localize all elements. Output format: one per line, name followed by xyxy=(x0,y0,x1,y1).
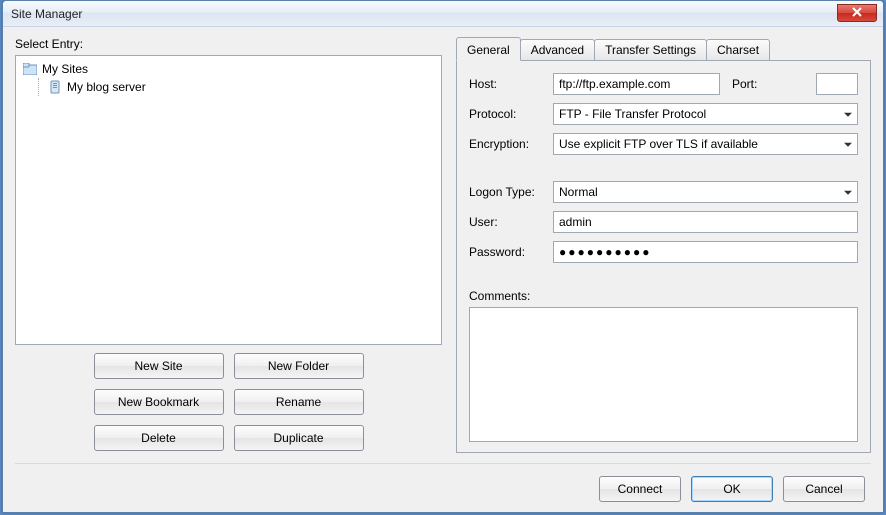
client-area: Select Entry: My Sites xyxy=(3,27,883,512)
new-folder-button[interactable]: New Folder xyxy=(234,353,364,379)
row-password: Password: xyxy=(469,241,858,263)
delete-button[interactable]: Delete xyxy=(94,425,224,451)
dialog-buttons: Connect OK Cancel xyxy=(15,464,871,502)
cancel-button[interactable]: Cancel xyxy=(783,476,865,502)
protocol-select-wrap xyxy=(553,103,858,125)
tab-advanced[interactable]: Advanced xyxy=(520,39,595,61)
password-input[interactable] xyxy=(553,241,858,263)
server-icon xyxy=(47,79,63,95)
row-user: User: xyxy=(469,211,858,233)
row-logon-type: Logon Type: xyxy=(469,181,858,203)
encryption-select[interactable] xyxy=(553,133,858,155)
tree-item-label: My Sites xyxy=(42,62,88,76)
rename-button[interactable]: Rename xyxy=(234,389,364,415)
spacer xyxy=(469,163,858,173)
encryption-label: Encryption: xyxy=(469,137,547,151)
tree-children: My blog server xyxy=(38,78,435,96)
comments-textarea[interactable] xyxy=(469,307,858,442)
folder-icon xyxy=(22,61,38,77)
comments-area: Comments: xyxy=(469,289,858,442)
select-entry-label: Select Entry: xyxy=(15,37,442,51)
entry-buttons: New Site New Folder New Bookmark Rename … xyxy=(15,353,442,453)
tab-general[interactable]: General xyxy=(456,37,521,61)
spacer2 xyxy=(469,271,858,281)
left-pane: Select Entry: My Sites xyxy=(15,37,442,453)
port-label: Port: xyxy=(732,77,810,91)
logon-type-select[interactable] xyxy=(553,181,858,203)
tab-transfer-settings[interactable]: Transfer Settings xyxy=(594,39,707,61)
password-label: Password: xyxy=(469,245,547,259)
right-pane: General Advanced Transfer Settings Chars… xyxy=(456,37,871,453)
row-host: Host: Port: xyxy=(469,73,858,95)
tree-root: My Sites My blog server xyxy=(22,60,435,96)
host-input[interactable] xyxy=(553,73,720,95)
protocol-label: Protocol: xyxy=(469,107,547,121)
tree-item-label: My blog server xyxy=(67,80,146,94)
comments-label: Comments: xyxy=(469,289,858,303)
connect-button[interactable]: Connect xyxy=(599,476,681,502)
row-protocol: Protocol: xyxy=(469,103,858,125)
user-label: User: xyxy=(469,215,547,229)
site-manager-window: Site Manager Select Entry: My Sites xyxy=(2,0,884,513)
upper-area: Select Entry: My Sites xyxy=(15,37,871,453)
port-input[interactable] xyxy=(816,73,858,95)
protocol-select[interactable] xyxy=(553,103,858,125)
duplicate-button[interactable]: Duplicate xyxy=(234,425,364,451)
window-title: Site Manager xyxy=(11,7,82,21)
tab-body-general: Host: Port: Protocol: Encryption: xyxy=(456,60,871,453)
close-button[interactable] xyxy=(837,4,877,22)
logon-type-select-wrap xyxy=(553,181,858,203)
host-label: Host: xyxy=(469,77,547,91)
titlebar: Site Manager xyxy=(3,1,883,27)
tree-item-my-blog-server[interactable]: My blog server xyxy=(47,78,435,96)
tree-item-my-sites[interactable]: My Sites xyxy=(22,60,435,78)
new-bookmark-button[interactable]: New Bookmark xyxy=(94,389,224,415)
site-tree[interactable]: My Sites My blog server xyxy=(15,55,442,345)
encryption-select-wrap xyxy=(553,133,858,155)
close-icon xyxy=(852,6,862,20)
tabstrip: General Advanced Transfer Settings Chars… xyxy=(456,37,871,61)
logon-type-label: Logon Type: xyxy=(469,185,547,199)
new-site-button[interactable]: New Site xyxy=(94,353,224,379)
tab-charset[interactable]: Charset xyxy=(706,39,770,61)
ok-button[interactable]: OK xyxy=(691,476,773,502)
row-encryption: Encryption: xyxy=(469,133,858,155)
user-input[interactable] xyxy=(553,211,858,233)
